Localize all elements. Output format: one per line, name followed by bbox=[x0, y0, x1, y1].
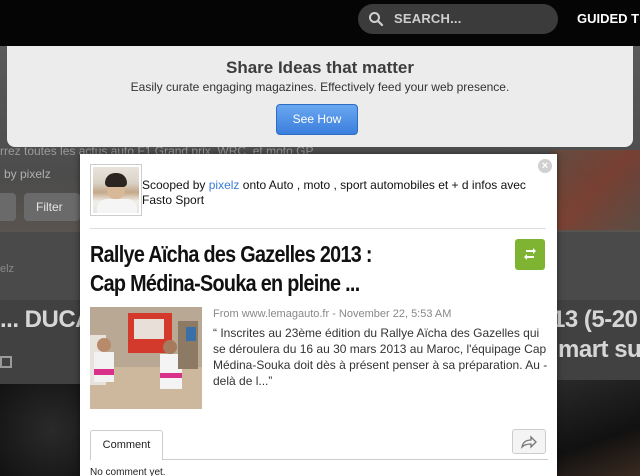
search-placeholder: SEARCH... bbox=[394, 11, 462, 26]
banner-title: Share Ideas that matter bbox=[225, 58, 414, 77]
left-article-image bbox=[0, 384, 86, 476]
close-icon[interactable]: × bbox=[538, 159, 552, 173]
divider bbox=[90, 228, 546, 229]
hero-image bbox=[550, 150, 640, 230]
see-how-button[interactable]: See How bbox=[276, 104, 358, 135]
guided-tour-link[interactable]: GUIDED T bbox=[577, 11, 639, 26]
right-article-headline-1[interactable]: 13 (5-20 bbox=[552, 306, 638, 334]
filter-left-button[interactable] bbox=[0, 193, 16, 221]
right-article-image bbox=[556, 380, 640, 476]
checkbox-icon[interactable] bbox=[0, 356, 12, 368]
user-link[interactable]: pixelz bbox=[209, 178, 240, 192]
tab-comment[interactable]: Comment bbox=[90, 430, 163, 460]
article-thumbnail[interactable] bbox=[90, 307, 202, 409]
right-article-headline-2[interactable]: mart sur bbox=[558, 336, 640, 364]
avatar[interactable] bbox=[90, 164, 142, 216]
scooped-by-line: Scooped by pixelz onto Auto , moto , spo… bbox=[142, 178, 542, 208]
rescoop-button[interactable] bbox=[515, 239, 545, 270]
top-navbar: SEARCH... GUIDED T bbox=[0, 0, 640, 46]
headline-line-2: Cap Médina-Souka en pleine ... bbox=[90, 270, 360, 296]
scoop-popup-card: × Scooped by pixelz onto Auto , moto , s… bbox=[80, 154, 557, 476]
share-button[interactable] bbox=[512, 429, 546, 454]
banner-subtitle: Easily curate engaging magazines. Effect… bbox=[130, 80, 510, 94]
author-fragment: elz bbox=[0, 263, 15, 275]
avatar-hair bbox=[105, 173, 127, 187]
avatar-shirt bbox=[97, 199, 137, 213]
search-input[interactable]: SEARCH... bbox=[358, 4, 558, 34]
article-excerpt: “ Inscrites au 23ème édition du Rallye A… bbox=[213, 326, 548, 388]
headline-line-1: Rallye Aïcha des Gazelles 2013 : bbox=[90, 241, 373, 267]
thumbnail-photo bbox=[90, 307, 202, 409]
share-icon bbox=[520, 435, 537, 449]
no-comment-text: No comment yet. bbox=[90, 467, 166, 476]
scooped-prefix: Scooped by bbox=[142, 178, 206, 192]
rescoop-icon bbox=[524, 248, 536, 260]
tab-underline bbox=[163, 459, 548, 460]
left-article-headline[interactable]: ... DUCA bbox=[0, 306, 93, 334]
avatar-photo bbox=[93, 167, 139, 213]
article-source: From www.lemagauto.fr - November 22, 5:5… bbox=[213, 308, 452, 320]
search-icon bbox=[369, 12, 384, 27]
filter-button[interactable]: Filter bbox=[24, 193, 80, 221]
hero-author: by pixelz bbox=[4, 167, 51, 181]
promo-banner: Share Ideas that matter Easily curate en… bbox=[7, 46, 633, 147]
article-headline[interactable]: Rallye Aïcha des Gazelles 2013 : Cap Méd… bbox=[90, 240, 434, 298]
